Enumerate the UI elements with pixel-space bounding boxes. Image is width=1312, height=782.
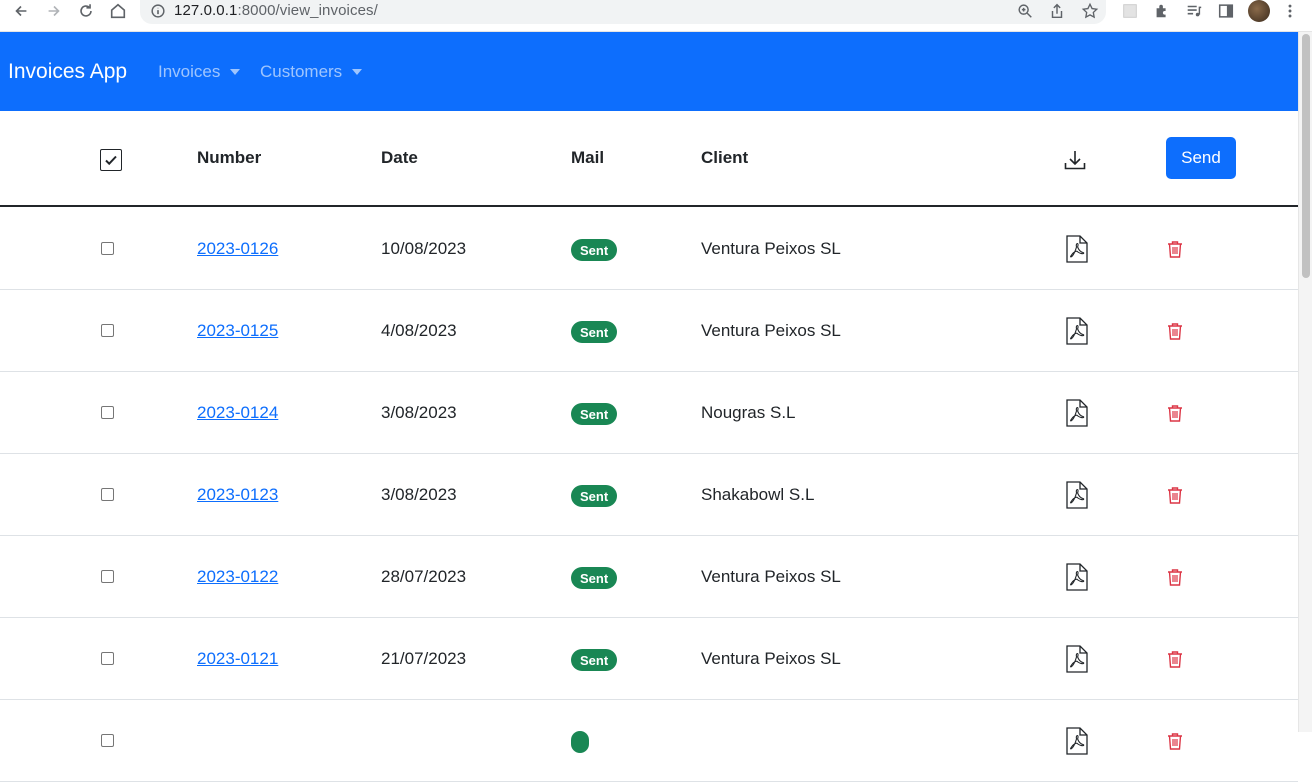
mail-status-badge: Sent — [571, 649, 618, 671]
extensions-puzzle-icon[interactable] — [1150, 0, 1174, 22]
page-scrollbar[interactable] — [1298, 32, 1312, 732]
trash-icon[interactable] — [1167, 486, 1183, 504]
trash-icon[interactable] — [1167, 240, 1183, 258]
zoom-icon[interactable] — [1013, 0, 1037, 22]
mail-status-badge: Sent — [571, 239, 618, 261]
pdf-file-icon[interactable] — [1066, 481, 1088, 509]
nav-customers-label: Customers — [260, 62, 343, 81]
download-icon[interactable] — [1063, 148, 1087, 172]
url-text: 127.0.0.1:8000/view_invoices/ — [174, 2, 378, 19]
header-client: Client — [701, 148, 749, 167]
table-row: 2023-0125 4/08/2023 Sent Ventura Peixos SL — [0, 290, 1298, 372]
header-date: Date — [381, 148, 418, 167]
mail-status-badge: Sent — [571, 403, 618, 425]
trash-icon[interactable] — [1167, 732, 1183, 750]
invoice-date: 21/07/2023 — [381, 649, 467, 668]
address-bar[interactable]: 127.0.0.1:8000/view_invoices/ — [140, 0, 1106, 24]
mail-status-badge — [571, 731, 589, 753]
nav-invoices-dropdown[interactable]: Invoices — [158, 62, 241, 82]
invoice-number-link[interactable]: 2023-0125 — [197, 321, 278, 341]
invoice-date: 4/08/2023 — [381, 321, 457, 340]
share-icon[interactable] — [1045, 0, 1069, 22]
mail-status-badge: Sent — [571, 321, 618, 343]
select-all-checkbox[interactable] — [100, 149, 122, 171]
nav-invoices-label: Invoices — [158, 62, 221, 81]
row-checkbox[interactable] — [101, 242, 114, 255]
header-mail: Mail — [571, 148, 605, 167]
invoice-date: 3/08/2023 — [381, 403, 457, 422]
scrollbar-thumb[interactable] — [1302, 34, 1310, 278]
trash-icon[interactable] — [1167, 322, 1183, 340]
table-row: 2023-0122 28/07/2023 Sent Ventura Peixos SL — [0, 536, 1298, 618]
row-checkbox[interactable] — [101, 406, 114, 419]
table-row: 2023-0121 21/07/2023 Sent Ventura Peixos SL — [0, 618, 1298, 700]
trash-icon[interactable] — [1167, 404, 1183, 422]
row-checkbox[interactable] — [101, 570, 114, 583]
caret-down-icon — [230, 69, 241, 75]
back-icon[interactable] — [9, 0, 33, 22]
client-name: Nougras S.L — [701, 403, 796, 422]
row-checkbox[interactable] — [101, 488, 114, 501]
trash-icon[interactable] — [1167, 568, 1183, 586]
pdf-file-icon[interactable] — [1066, 317, 1088, 345]
invoice-number-link[interactable]: 2023-0124 — [197, 403, 278, 423]
trash-icon[interactable] — [1167, 650, 1183, 668]
url-path: :8000/view_invoices/ — [237, 2, 378, 19]
site-info-icon[interactable] — [146, 0, 170, 22]
pdf-file-icon[interactable] — [1066, 727, 1088, 755]
send-button[interactable]: Send — [1166, 137, 1236, 179]
bookmark-star-icon[interactable] — [1078, 0, 1102, 22]
invoice-number-link[interactable]: 2023-0121 — [197, 649, 278, 669]
pdf-file-icon[interactable] — [1066, 399, 1088, 427]
caret-down-icon — [352, 69, 363, 75]
client-name: Ventura Peixos SL — [701, 321, 841, 340]
invoice-number-link[interactable]: 2023-0123 — [197, 485, 278, 505]
check-icon — [105, 155, 117, 166]
client-name: Ventura Peixos SL — [701, 649, 841, 668]
nav-customers-dropdown[interactable]: Customers — [260, 62, 363, 82]
home-icon[interactable] — [106, 0, 130, 22]
invoice-date: 28/07/2023 — [381, 567, 467, 586]
profile-avatar[interactable] — [1248, 0, 1270, 22]
extension-icon[interactable] — [1118, 0, 1142, 22]
browser-toolbar: 127.0.0.1:8000/view_invoices/ — [0, 0, 1312, 32]
mail-status-badge: Sent — [571, 567, 618, 589]
invoice-number-link[interactable]: 2023-0122 — [197, 567, 278, 587]
app-navbar: Invoices App Invoices Customers — [0, 32, 1298, 111]
reload-icon[interactable] — [74, 0, 98, 22]
mail-status-badge: Sent — [571, 485, 618, 507]
row-checkbox[interactable] — [101, 652, 114, 665]
table-header: Number Date Mail Client Send — [0, 111, 1298, 207]
side-panel-icon[interactable] — [1214, 0, 1238, 22]
browser-menu-icon[interactable] — [1278, 0, 1302, 22]
table-row: 2023-0123 3/08/2023 Sent Shakabowl S.L — [0, 454, 1298, 536]
brand-title[interactable]: Invoices App — [8, 60, 127, 84]
invoice-date: 3/08/2023 — [381, 485, 457, 504]
invoice-number-link[interactable]: 2023-0126 — [197, 239, 278, 259]
pdf-file-icon[interactable] — [1066, 563, 1088, 591]
url-host: 127.0.0.1 — [174, 2, 238, 19]
client-name: Shakabowl S.L — [701, 485, 815, 504]
invoice-date: 10/08/2023 — [381, 239, 467, 258]
header-number: Number — [197, 148, 262, 167]
table-row — [0, 700, 1298, 782]
forward-icon[interactable] — [42, 0, 66, 22]
row-checkbox[interactable] — [101, 324, 114, 337]
client-name: Ventura Peixos SL — [701, 567, 841, 586]
pdf-file-icon[interactable] — [1066, 235, 1088, 263]
pdf-file-icon[interactable] — [1066, 645, 1088, 673]
media-queue-icon[interactable] — [1182, 0, 1206, 22]
table-row: 2023-0126 10/08/2023 Sent Ventura Peixos SL — [0, 208, 1298, 290]
client-name: Ventura Peixos SL — [701, 239, 841, 258]
table-row: 2023-0124 3/08/2023 Sent Nougras S.L — [0, 372, 1298, 454]
row-checkbox[interactable] — [101, 734, 114, 747]
